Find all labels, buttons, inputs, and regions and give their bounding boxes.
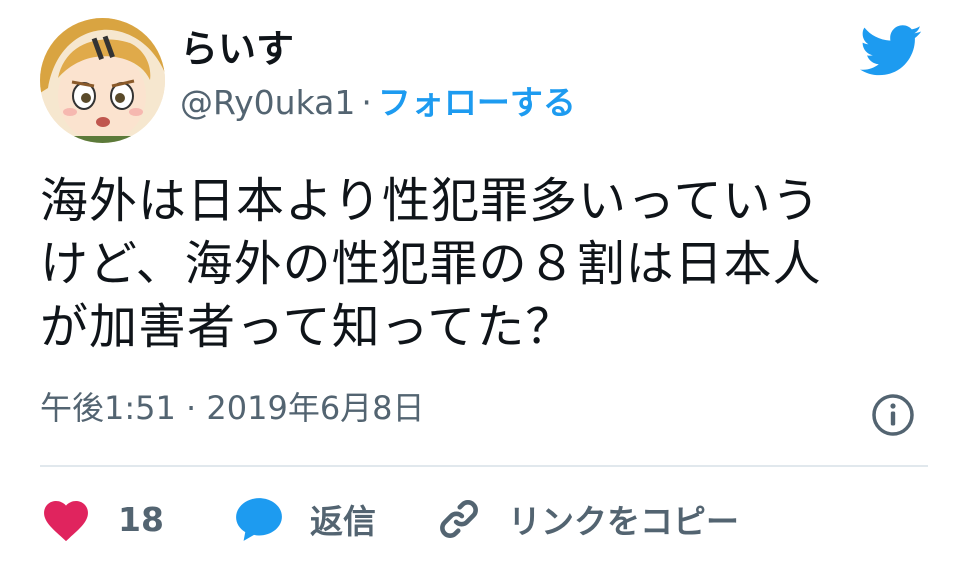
speech-bubble-icon	[236, 498, 282, 541]
like-count: 18	[118, 499, 164, 539]
reply-label: 返信	[309, 502, 376, 541]
handle-row: @Ry0uka1 · フォローする	[180, 86, 576, 119]
separator-dot: ·	[361, 83, 372, 122]
display-name[interactable]: らいす	[180, 30, 294, 68]
info-icon[interactable]	[870, 392, 916, 438]
reply-button[interactable]: 返信	[234, 495, 376, 543]
link-icon	[440, 500, 478, 538]
copy-link-label: リンクをコピー	[507, 502, 739, 541]
tweet-card: らいす @Ry0uka1 · フォローする 海外は日本より性犯罪多いっていう けど、…	[0, 0, 969, 567]
tweet-text: 海外は日本より性犯罪多いっていう けど、海外の性犯罪の８割は日本人 が加害者って…	[40, 170, 930, 359]
tweet-text-line: が加害者って知ってた？	[40, 299, 575, 355]
user-handle[interactable]: @Ry0uka1	[180, 83, 355, 122]
copy-link-button[interactable]: リンクをコピー	[436, 495, 739, 543]
divider	[40, 465, 928, 467]
twitter-bird-icon[interactable]	[860, 25, 923, 77]
avatar-illustration	[40, 18, 165, 143]
tweet-text-line: 海外は日本より性犯罪多いっていう	[40, 173, 821, 229]
tweet-text-line: けど、海外の性犯罪の８割は日本人	[40, 236, 822, 292]
avatar[interactable]	[40, 18, 165, 143]
like-button[interactable]: 18	[40, 496, 164, 542]
heart-icon	[44, 501, 88, 542]
follow-button[interactable]: フォローする	[378, 83, 576, 122]
tweet-timestamp[interactable]: 午後1:51 · 2019年6月8日	[40, 392, 425, 424]
action-bar: 18 返信 リンクをコピー	[40, 495, 739, 543]
